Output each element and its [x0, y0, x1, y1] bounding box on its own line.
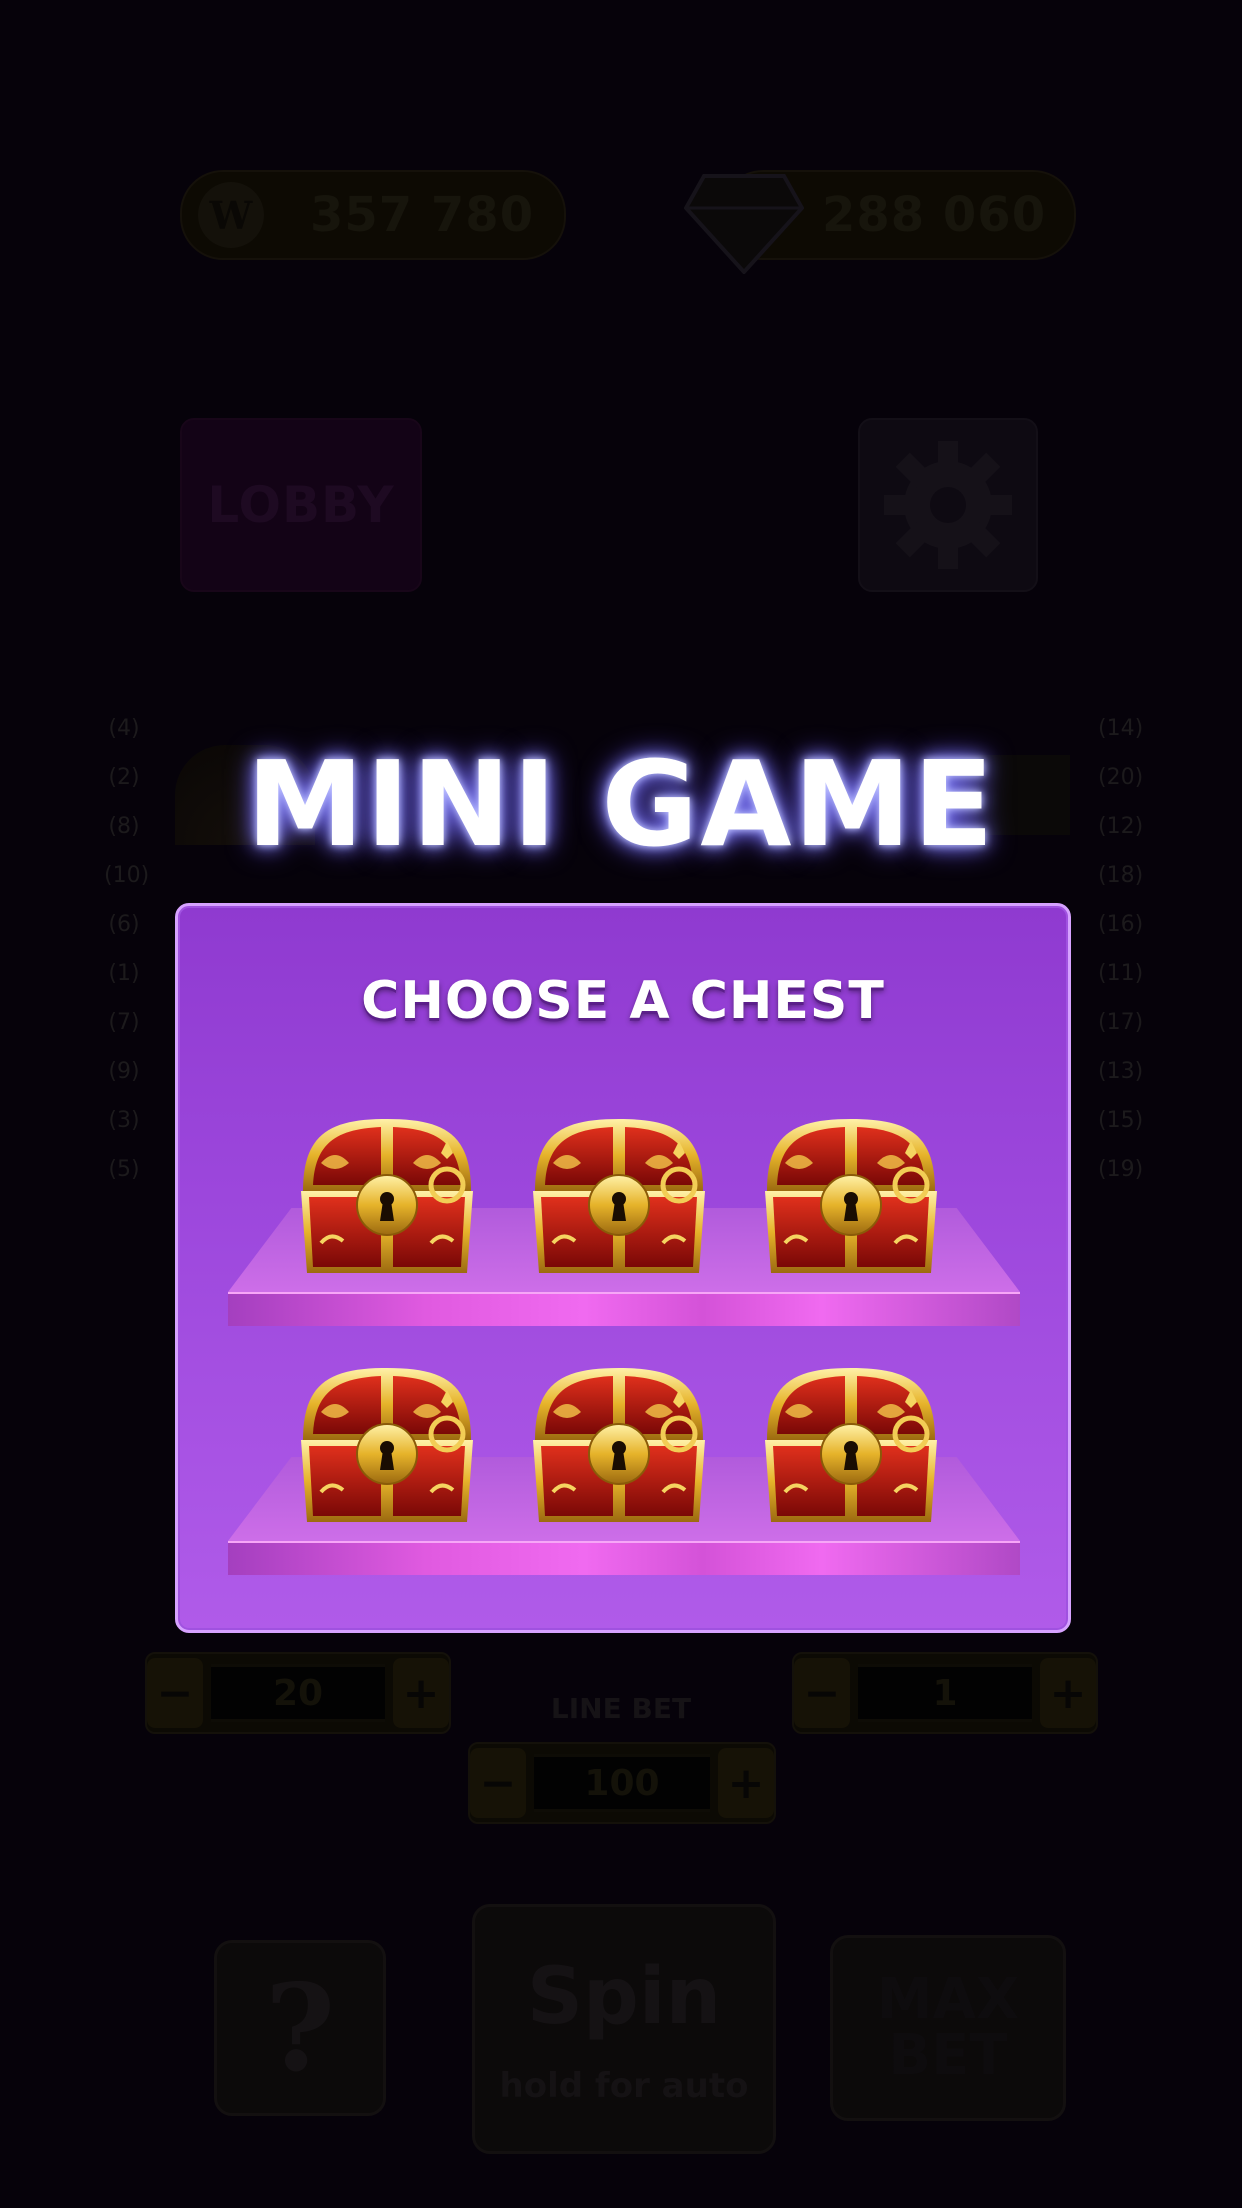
gems-value: 288 060	[822, 187, 1047, 243]
treasure-chest-4[interactable]	[291, 1362, 483, 1530]
spin-button[interactable]: Spin hold for auto	[472, 1904, 776, 2154]
payline-number: (9)	[108, 1059, 140, 1084]
treasure-chest-6[interactable]	[755, 1362, 947, 1530]
payline-number: (5)	[108, 1157, 140, 1182]
payline-number: (16)	[1098, 912, 1144, 937]
gear-icon	[884, 441, 1012, 569]
max-bet-line2: BET	[888, 2023, 1008, 2088]
coins-value: 357 780	[310, 187, 535, 243]
treasure-chest-2[interactable]	[523, 1113, 715, 1281]
spin-sublabel: hold for auto	[499, 2066, 749, 2106]
payline-number: (3)	[108, 1108, 140, 1133]
payline-number: (15)	[1098, 1108, 1144, 1133]
spin-label: Spin	[526, 1952, 722, 2042]
settings-button[interactable]	[858, 418, 1038, 592]
treasure-chest-3[interactable]	[755, 1113, 947, 1281]
mini-game-title: MINI GAME	[246, 735, 996, 873]
diamond-icon	[684, 174, 804, 274]
lobby-label: LOBBY	[207, 476, 395, 534]
treasure-chest-1[interactable]	[291, 1113, 483, 1281]
payline-number: (11)	[1098, 961, 1144, 986]
payline-number: (7)	[108, 1010, 140, 1035]
lobby-button[interactable]: LOBBY	[180, 418, 422, 592]
payline-number: (6)	[108, 912, 140, 937]
treasure-chest-5[interactable]	[523, 1362, 715, 1530]
coins-counter: W 357 780	[180, 170, 566, 260]
payline-number: (1)	[108, 961, 140, 986]
mini-game-panel: CHOOSE A CHEST	[175, 903, 1071, 1633]
line-bet-label: LINE BET	[550, 1692, 692, 1725]
line-bet-minus-button[interactable]: −	[470, 1748, 526, 1818]
payline-number: (19)	[1098, 1157, 1144, 1182]
payline-number: (13)	[1098, 1059, 1144, 1084]
line-bet-stepper: − 100 +	[468, 1742, 776, 1824]
coin-icon: W	[198, 182, 264, 248]
help-button[interactable]: ?	[214, 1940, 386, 2116]
payline-number: (17)	[1098, 1010, 1144, 1035]
line-bet-plus-button[interactable]: +	[718, 1748, 774, 1818]
max-bet-button[interactable]: MAX BET	[830, 1935, 1066, 2121]
choose-chest-heading: CHOOSE A CHEST	[361, 971, 885, 1031]
help-label: ?	[264, 1957, 336, 2099]
line-bet-value: 100	[534, 1754, 710, 1812]
max-bet-line1: MAX	[876, 1967, 1020, 2032]
